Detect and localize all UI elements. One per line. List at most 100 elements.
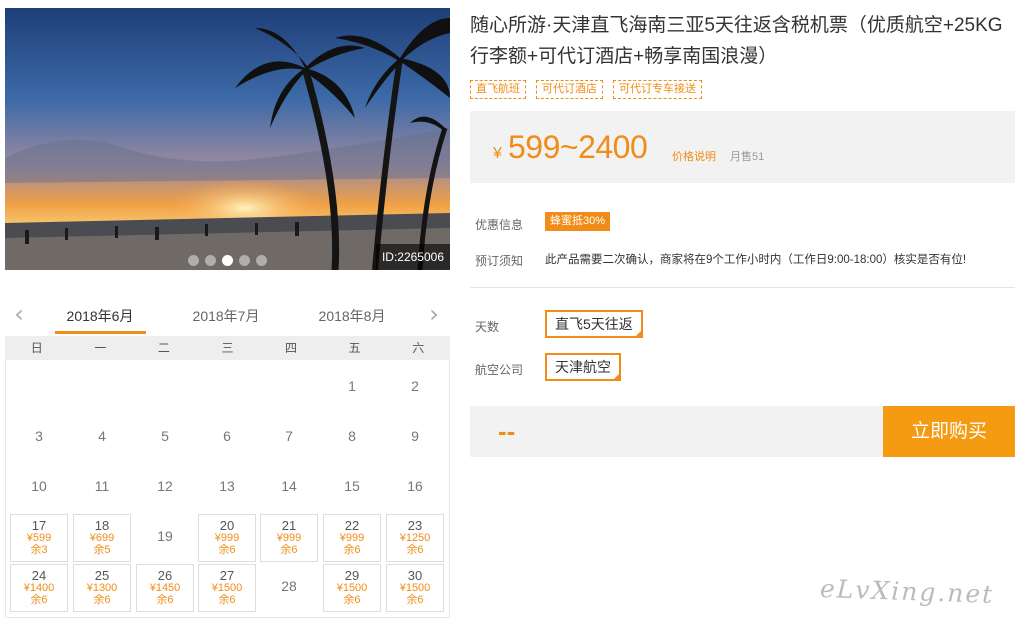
calendar-day-available[interactable]: 17 ¥599 余3 bbox=[10, 514, 68, 562]
day-number: 26 bbox=[157, 568, 173, 583]
day-stock: 余6 bbox=[156, 594, 174, 606]
weekday-label: 四 bbox=[285, 341, 298, 355]
day-price: ¥1250 bbox=[399, 532, 431, 544]
tag-car-transfer: 可代订专车接送 bbox=[613, 80, 702, 99]
chevron-left-icon[interactable]: ‹ bbox=[9, 302, 29, 326]
day-number: 16 bbox=[407, 478, 423, 494]
calendar-day: 4 bbox=[73, 414, 131, 462]
day-number: 25 bbox=[94, 568, 110, 583]
day-stock: 余5 bbox=[93, 544, 111, 556]
days-option-label: 直飞5天往返 bbox=[555, 316, 633, 332]
day-stock: 余6 bbox=[93, 594, 111, 606]
day-price: ¥1300 bbox=[86, 582, 118, 594]
buy-now-button[interactable]: 立即购买 bbox=[883, 406, 1015, 457]
weekday-label: 六 bbox=[412, 341, 425, 355]
day-number: 28 bbox=[281, 578, 297, 594]
calendar-day: 1 bbox=[323, 364, 381, 412]
product-tags: 直飞航班 可代订酒店 可代订专车接送 bbox=[470, 80, 702, 99]
day-price: ¥1450 bbox=[149, 582, 181, 594]
tab-month-2[interactable]: 2018年7月 bbox=[171, 306, 281, 326]
calendar-day: 10 bbox=[10, 464, 68, 512]
calendar-day-available[interactable]: 18 ¥699 余5 bbox=[73, 514, 131, 562]
price-panel: ¥ 599~2400 价格说明 月售51 bbox=[470, 111, 1015, 183]
day-number: 30 bbox=[407, 568, 423, 583]
days-label: 天数 bbox=[475, 320, 500, 334]
weekday-label: 五 bbox=[348, 341, 361, 355]
day-price: ¥999 bbox=[339, 532, 365, 544]
day-number: 11 bbox=[94, 478, 110, 494]
monthly-sales: 月售51 bbox=[730, 151, 765, 163]
calendar-day: 19 bbox=[136, 514, 194, 562]
day-stock: 余6 bbox=[406, 544, 424, 556]
price-note-link[interactable]: 价格说明 bbox=[672, 148, 716, 164]
divider bbox=[470, 287, 1015, 288]
day-number: 7 bbox=[285, 428, 293, 444]
selected-check-corner-icon bbox=[612, 372, 621, 381]
price-calendar: ‹ 2018年6月 2018年7月 2018年8月 › 日 一 二 三 四 五 … bbox=[5, 296, 450, 618]
day-number: 8 bbox=[348, 428, 356, 444]
day-stock: 余6 bbox=[343, 544, 361, 556]
day-stock: 余6 bbox=[406, 594, 424, 606]
carousel-dot[interactable] bbox=[239, 255, 250, 266]
calendar-day: 15 bbox=[323, 464, 381, 512]
carousel-dot[interactable] bbox=[205, 255, 216, 266]
tag-hotel-booking: 可代订酒店 bbox=[536, 80, 603, 99]
carousel-dot[interactable] bbox=[188, 255, 199, 266]
calendar-day-available[interactable]: 21 ¥999 余6 bbox=[260, 514, 318, 562]
carousel-dot[interactable] bbox=[256, 255, 267, 266]
calendar-day: 14 bbox=[260, 464, 318, 512]
day-price: ¥1500 bbox=[336, 582, 368, 594]
calendar-day-available[interactable]: 23 ¥1250 余6 bbox=[386, 514, 444, 562]
calendar-day: 2 bbox=[386, 364, 444, 412]
day-number: 9 bbox=[411, 428, 419, 444]
day-price: ¥699 bbox=[89, 532, 115, 544]
calendar-day-available[interactable]: 29 ¥1500 余6 bbox=[323, 564, 381, 612]
calendar-day: 7 bbox=[260, 414, 318, 462]
day-number: 15 bbox=[344, 478, 360, 494]
chevron-right-icon[interactable]: › bbox=[424, 302, 444, 326]
calendar-day-available[interactable]: 25 ¥1300 余6 bbox=[73, 564, 131, 612]
product-title: 随心所游·天津直飞海南三亚5天往返含税机票（优质航空+25KG行李额+可代订酒店… bbox=[470, 15, 1003, 67]
price-currency: ¥ bbox=[493, 145, 502, 162]
tab-month-1[interactable]: 2018年6月 bbox=[45, 306, 155, 326]
calendar-weekday-header: 日 一 二 三 四 五 六 bbox=[5, 336, 450, 360]
day-stock: 余6 bbox=[218, 544, 236, 556]
carousel-dot-active[interactable] bbox=[222, 255, 233, 266]
promo-badge: 蜂蜜抵30% bbox=[545, 212, 611, 231]
purchase-bar: -- 立即购买 bbox=[470, 406, 1015, 457]
day-price: ¥599 bbox=[26, 532, 52, 544]
day-number: 1 bbox=[348, 378, 356, 394]
day-number: 5 bbox=[161, 428, 169, 444]
day-number: 10 bbox=[31, 478, 47, 494]
notice-label: 预订须知 bbox=[475, 254, 524, 268]
calendar-month-nav: ‹ 2018年6月 2018年7月 2018年8月 › bbox=[5, 296, 450, 336]
day-number: 12 bbox=[157, 478, 173, 494]
active-month-indicator bbox=[55, 331, 146, 334]
carousel-dots bbox=[188, 255, 267, 266]
calendar-day-available[interactable]: 24 ¥1400 余6 bbox=[10, 564, 68, 612]
day-number: 14 bbox=[281, 478, 297, 494]
day-stock: 余6 bbox=[30, 594, 48, 606]
calendar-day-available[interactable]: 20 ¥999 余6 bbox=[198, 514, 256, 562]
calendar-day-available[interactable]: 27 ¥1500 余6 bbox=[198, 564, 256, 612]
product-image-carousel[interactable]: ID:2265006 bbox=[5, 8, 450, 270]
day-stock: 余6 bbox=[280, 544, 298, 556]
price-range: 599~2400 bbox=[508, 129, 648, 165]
calendar-day: 16 bbox=[386, 464, 444, 512]
weekday-label: 二 bbox=[157, 341, 170, 355]
day-number: 6 bbox=[223, 428, 231, 444]
days-option-selected[interactable]: 直飞5天往返 bbox=[545, 310, 643, 338]
airline-option-selected[interactable]: 天津航空 bbox=[545, 353, 621, 381]
calendar-day-available[interactable]: 30 ¥1500 余6 bbox=[386, 564, 444, 612]
calendar-day-available[interactable]: 26 ¥1450 余6 bbox=[136, 564, 194, 612]
tab-month-3[interactable]: 2018年8月 bbox=[297, 306, 407, 326]
day-number: 27 bbox=[219, 568, 235, 583]
calendar-day-available[interactable]: 22 ¥999 余6 bbox=[323, 514, 381, 562]
calendar-day: 13 bbox=[198, 464, 256, 512]
calendar-day: 6 bbox=[198, 414, 256, 462]
day-number: 4 bbox=[98, 428, 106, 444]
beach-sunset-photo bbox=[5, 8, 450, 270]
day-price: ¥1400 bbox=[23, 582, 55, 594]
day-number: 2 bbox=[411, 378, 419, 394]
day-number: 19 bbox=[157, 528, 173, 544]
